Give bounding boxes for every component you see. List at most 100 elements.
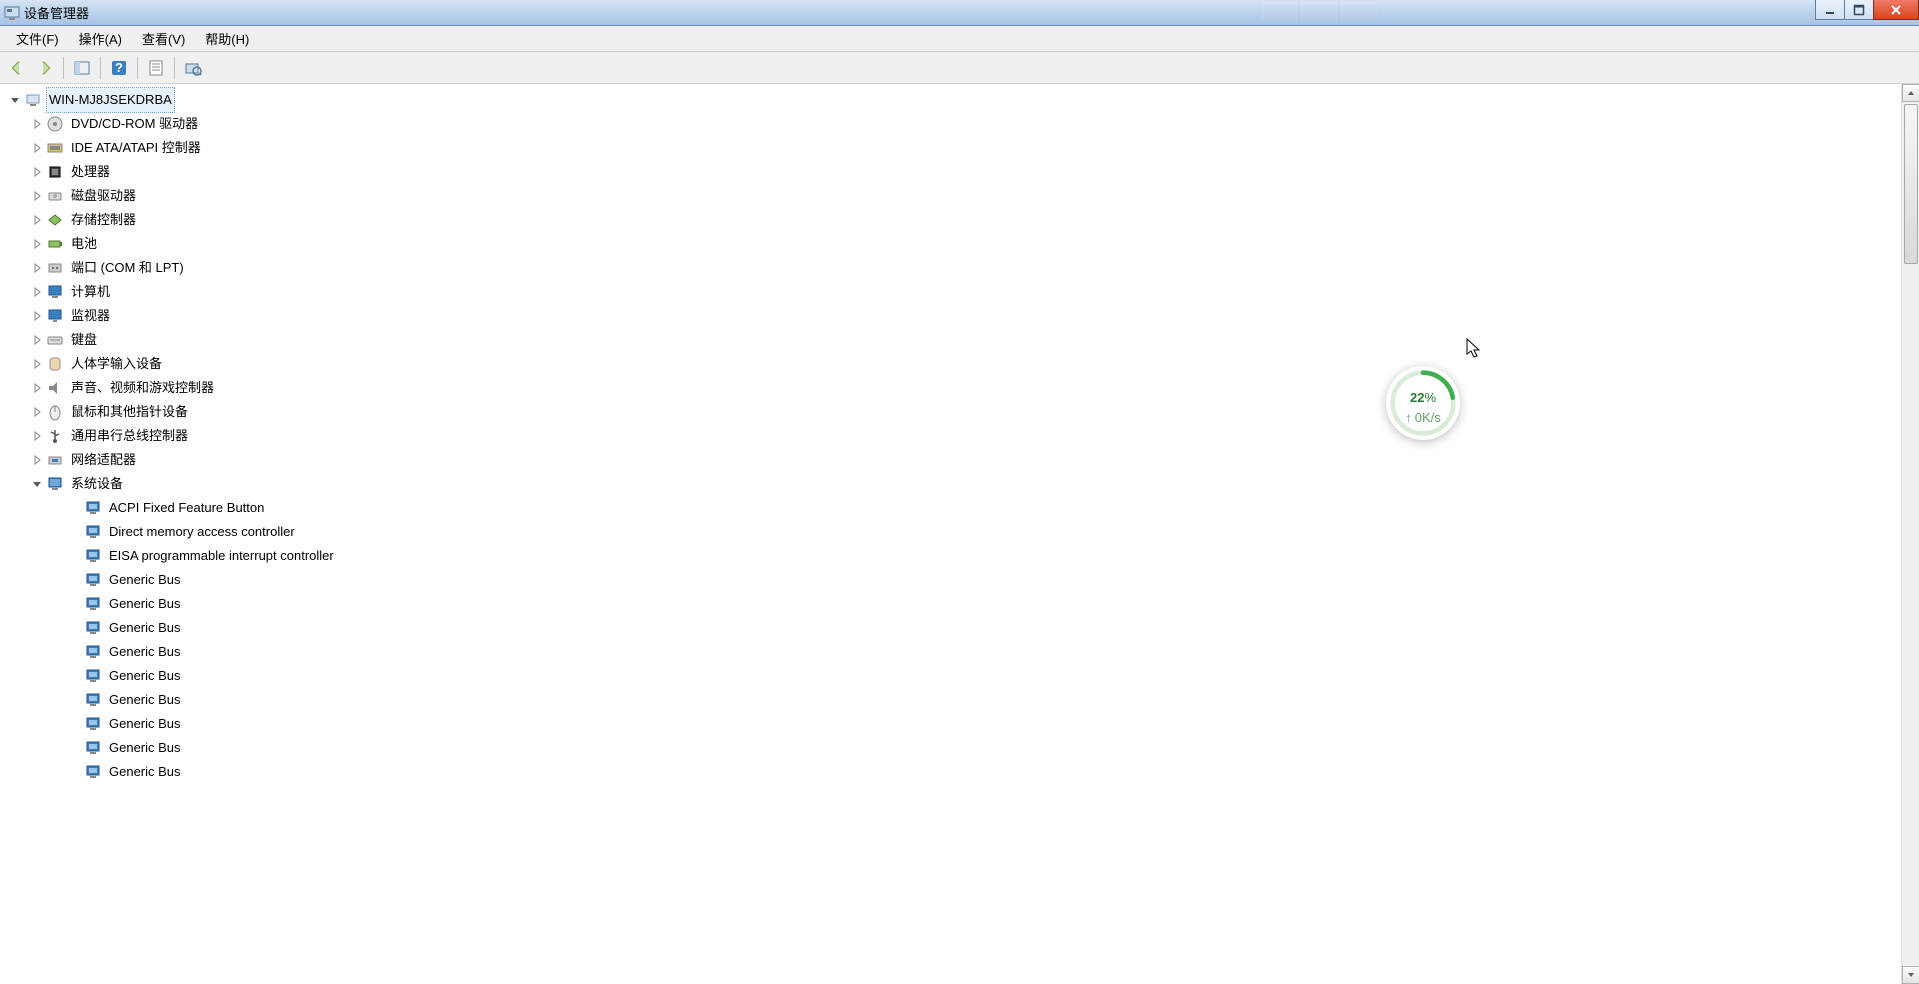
category-label[interactable]: 通用串行总线控制器 [68,423,191,449]
device-label[interactable]: Generic Bus [106,663,184,689]
tree-device[interactable]: ACPI Fixed Feature Button [0,496,1901,520]
tree-category[interactable]: 处理器 [0,160,1901,184]
expand-icon[interactable] [30,141,44,155]
tree-device[interactable]: Direct memory access controller [0,520,1901,544]
minimize-button[interactable] [1815,0,1845,20]
category-label[interactable]: 键盘 [68,327,100,353]
menu-file[interactable]: 文件(F) [6,26,69,51]
device-label[interactable]: Generic Bus [106,567,184,593]
vertical-scrollbar[interactable] [1901,84,1919,984]
menu-view[interactable]: 查看(V) [132,26,195,51]
device-label[interactable]: Generic Bus [106,711,184,737]
back-button[interactable] [4,55,30,81]
tree-category[interactable]: DVD/CD-ROM 驱动器 [0,112,1901,136]
category-label[interactable]: 磁盘驱动器 [68,183,139,209]
device-label[interactable]: Generic Bus [106,735,184,761]
scroll-up-button[interactable] [1902,84,1919,102]
menu-help[interactable]: 帮助(H) [195,26,259,51]
device-label[interactable]: Generic Bus [106,615,184,641]
device-label[interactable]: Generic Bus [106,687,184,713]
category-label[interactable]: IDE ATA/ATAPI 控制器 [68,135,204,161]
tree-root[interactable]: WIN-MJ8JSEKDRBA [0,88,1901,112]
tree-category[interactable]: 系统设备 [0,472,1901,496]
category-label[interactable]: 电池 [68,231,100,257]
show-hide-console-tree-button[interactable] [69,55,95,81]
tree-device[interactable]: Generic Bus [0,568,1901,592]
category-label[interactable]: 计算机 [68,279,113,305]
tree-category[interactable]: 通用串行总线控制器 [0,424,1901,448]
device-label[interactable]: Generic Bus [106,639,184,665]
scroll-down-button[interactable] [1902,966,1919,984]
tree-device[interactable]: EISA programmable interrupt controller [0,544,1901,568]
category-label[interactable]: 网络适配器 [68,447,139,473]
expand-icon[interactable] [30,453,44,467]
tree-device[interactable]: Generic Bus [0,616,1901,640]
properties-button[interactable] [143,55,169,81]
tree-category[interactable]: 监视器 [0,304,1901,328]
category-label[interactable]: 声音、视频和游戏控制器 [68,375,217,401]
tree-device[interactable]: Generic Bus [0,664,1901,688]
tree-category[interactable]: IDE ATA/ATAPI 控制器 [0,136,1901,160]
device-label[interactable]: Generic Bus [106,591,184,617]
tree-category[interactable]: 网络适配器 [0,448,1901,472]
expand-icon[interactable] [30,165,44,179]
tree-device[interactable]: Generic Bus [0,736,1901,760]
tree-device[interactable]: Generic Bus [0,592,1901,616]
device-icon [84,643,102,661]
device-label[interactable]: Generic Bus [106,759,184,785]
system-icon [46,475,64,493]
expand-icon[interactable] [30,309,44,323]
maximize-button[interactable] [1844,0,1874,20]
tree-category[interactable]: 电池 [0,232,1901,256]
tree-category[interactable]: 键盘 [0,328,1901,352]
close-button[interactable] [1873,0,1919,20]
expand-icon[interactable] [30,405,44,419]
tree-device[interactable]: Generic Bus [0,760,1901,784]
category-label[interactable]: 系统设备 [68,471,126,497]
disk-icon [46,187,64,205]
tree-device[interactable]: Generic Bus [0,640,1901,664]
performance-overlay[interactable]: 22% ↑ 0K/s [1386,366,1460,440]
expand-icon[interactable] [30,357,44,371]
help-button[interactable]: ? [106,55,132,81]
device-icon [84,571,102,589]
expand-icon[interactable] [30,261,44,275]
category-label[interactable]: 端口 (COM 和 LPT) [68,255,187,281]
scan-hardware-button[interactable] [180,55,206,81]
tree-category[interactable]: 存储控制器 [0,208,1901,232]
device-label[interactable]: Direct memory access controller [106,519,298,545]
category-label[interactable]: 监视器 [68,303,113,329]
tree-device[interactable]: Generic Bus [0,688,1901,712]
expand-icon[interactable] [30,429,44,443]
expand-icon[interactable] [30,237,44,251]
tree-category[interactable]: 鼠标和其他指针设备 [0,400,1901,424]
expand-icon[interactable] [30,189,44,203]
device-label[interactable]: ACPI Fixed Feature Button [106,495,267,521]
forward-button[interactable] [32,55,58,81]
expand-icon[interactable] [30,117,44,131]
tree-category[interactable]: 声音、视频和游戏控制器 [0,376,1901,400]
category-label[interactable]: 存储控制器 [68,207,139,233]
device-label[interactable]: EISA programmable interrupt controller [106,543,337,569]
category-label[interactable]: 鼠标和其他指针设备 [68,399,191,425]
category-label[interactable]: 人体学输入设备 [68,351,165,377]
device-tree[interactable]: WIN-MJ8JSEKDRBADVD/CD-ROM 驱动器IDE ATA/ATA… [0,84,1901,984]
category-label[interactable]: DVD/CD-ROM 驱动器 [68,111,201,137]
expand-icon[interactable] [30,381,44,395]
scrollbar-thumb[interactable] [1904,104,1918,264]
tree-category[interactable]: 人体学输入设备 [0,352,1901,376]
category-label[interactable]: 处理器 [68,159,113,185]
menu-action[interactable]: 操作(A) [69,26,132,51]
device-icon [84,595,102,613]
tree-category[interactable]: 计算机 [0,280,1901,304]
expand-icon[interactable] [30,213,44,227]
tree-category[interactable]: 端口 (COM 和 LPT) [0,256,1901,280]
root-label[interactable]: WIN-MJ8JSEKDRBA [46,87,175,113]
collapse-icon[interactable] [8,93,22,107]
collapse-icon[interactable] [30,477,44,491]
expand-icon[interactable] [30,333,44,347]
tree-category[interactable]: 磁盘驱动器 [0,184,1901,208]
toolbar: ? [0,52,1919,84]
expand-icon[interactable] [30,285,44,299]
tree-device[interactable]: Generic Bus [0,712,1901,736]
